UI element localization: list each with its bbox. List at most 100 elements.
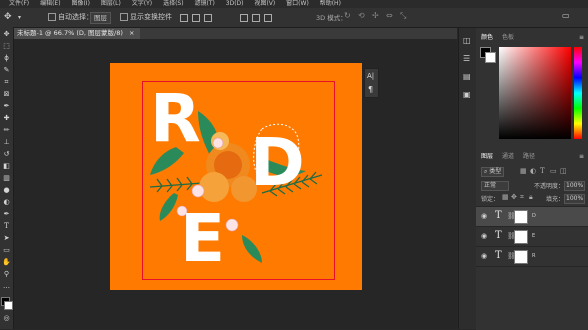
distribute-middle-icon[interactable] xyxy=(252,14,260,22)
move-tool-icon[interactable]: ✥ xyxy=(4,12,12,22)
fill-field[interactable]: 100% xyxy=(564,194,586,204)
hue-slider[interactable] xyxy=(574,47,582,139)
panel-menu-icon[interactable]: ≡ xyxy=(579,34,584,41)
background-color-swatch[interactable] xyxy=(4,301,13,310)
lock-all-icon[interactable]: 🔒︎ xyxy=(529,193,533,202)
document-tab[interactable]: 未标题-1 @ 66.7% (D, 图层蒙版/8) × xyxy=(13,28,141,39)
tab-color[interactable]: 颜色 xyxy=(481,34,493,42)
3d-slide-icon[interactable]: ⇔ xyxy=(386,11,393,20)
workspace-icon[interactable]: ▭ xyxy=(562,11,570,20)
menu-image[interactable]: 图像(I) xyxy=(71,0,89,7)
layer-name[interactable]: E xyxy=(532,233,535,239)
text-layer-icon: T xyxy=(495,230,502,241)
zoom-icon[interactable]: ⚲ xyxy=(2,270,11,279)
3d-roll-icon[interactable]: ⟲ xyxy=(358,11,365,20)
dodge-icon[interactable]: ◐ xyxy=(2,198,11,207)
menu-3d[interactable]: 3D(D) xyxy=(226,0,244,7)
lasso-icon[interactable]: ϕ xyxy=(2,54,11,63)
lock-artboard-icon[interactable]: ⌗ xyxy=(520,193,524,202)
filter-type-icon[interactable]: T xyxy=(540,167,545,175)
layer-mask-thumbnail[interactable] xyxy=(514,210,528,224)
menu-file[interactable]: 文件(F) xyxy=(9,0,29,7)
shape-icon[interactable]: ▭ xyxy=(2,246,11,255)
quick-select-icon[interactable]: ✎ xyxy=(2,66,11,75)
filter-shape-icon[interactable]: ▭ xyxy=(550,167,557,175)
layer-name[interactable]: D xyxy=(532,213,536,219)
3d-pan-icon[interactable]: ✢ xyxy=(372,11,379,20)
layer-filter-dropdown[interactable]: ⌕ 类型 xyxy=(481,167,505,177)
type-icon[interactable]: T xyxy=(2,222,11,231)
menu-window[interactable]: 窗口(W) xyxy=(286,0,309,7)
layer-row[interactable]: ◉ T ⛓︎ R xyxy=(476,246,588,266)
tab-swatches[interactable]: 色板 xyxy=(502,34,514,42)
align-center-icon[interactable] xyxy=(192,14,200,22)
libraries-panel-icon[interactable]: ▣ xyxy=(463,90,471,99)
tab-channels[interactable]: 通道 xyxy=(502,153,514,161)
distribute-top-icon[interactable] xyxy=(240,14,248,22)
layer-name[interactable]: R xyxy=(532,253,535,259)
eye-icon[interactable]: ◉ xyxy=(481,252,487,260)
eye-icon[interactable]: ◉ xyxy=(481,232,487,240)
paragraph-panel-icon[interactable]: ¶ xyxy=(368,85,373,94)
lock-position-icon[interactable]: ✥ xyxy=(511,193,517,201)
tab-layers[interactable]: 图层 xyxy=(481,153,493,161)
auto-select-checkbox[interactable]: 自动选择： xyxy=(48,12,93,22)
layer-mask-thumbnail[interactable] xyxy=(514,250,528,264)
show-transform-checkbox[interactable]: 显示变换控件 xyxy=(120,12,172,22)
eyedropper-icon[interactable]: ✒ xyxy=(2,102,11,111)
menu-help[interactable]: 帮助(H) xyxy=(320,0,341,7)
menu-layer[interactable]: 图层(L) xyxy=(101,0,121,7)
auto-select-label: 自动选择： xyxy=(58,13,93,21)
close-icon[interactable]: × xyxy=(129,29,134,37)
menu-filter[interactable]: 滤镜(T) xyxy=(195,0,215,7)
filter-pixel-icon[interactable]: ▦ xyxy=(520,167,527,175)
3d-mode-label: 3D 模式： xyxy=(316,14,347,22)
healing-brush-icon[interactable]: ✚ xyxy=(2,114,11,123)
align-left-icon[interactable] xyxy=(180,14,188,22)
background-swatch[interactable] xyxy=(485,52,496,63)
filter-adjustment-icon[interactable]: ◐ xyxy=(530,167,536,175)
layers-list-empty-area[interactable] xyxy=(476,266,588,330)
frame-icon[interactable]: ⊠ xyxy=(2,90,11,99)
align-right-icon[interactable] xyxy=(204,14,212,22)
properties-panel-icon[interactable]: ☰ xyxy=(463,54,470,63)
distribute-bottom-icon[interactable] xyxy=(264,14,272,22)
character-panel-icon[interactable]: A| xyxy=(367,72,374,80)
history-panel-icon[interactable]: ◫ xyxy=(463,36,471,45)
eraser-icon[interactable]: ◧ xyxy=(2,162,11,171)
opacity-field[interactable]: 100% xyxy=(564,181,586,191)
menu-select[interactable]: 选择(S) xyxy=(163,0,184,7)
layer-row[interactable]: ◉ T ⛓︎ D xyxy=(476,206,588,226)
pen-icon[interactable]: ✒ xyxy=(2,210,11,219)
color-field[interactable] xyxy=(499,47,571,139)
crop-icon[interactable]: ⌗ xyxy=(2,78,11,87)
hand-icon[interactable]: ✋ xyxy=(2,258,11,267)
3d-rotate-icon[interactable]: ↻ xyxy=(344,11,351,20)
history-brush-icon[interactable]: ↺ xyxy=(2,150,11,159)
3d-scale-icon[interactable]: ⤡ xyxy=(400,11,406,21)
quick-mask-icon[interactable]: ◎ xyxy=(2,314,11,323)
blur-icon[interactable]: ● xyxy=(2,186,11,195)
chevron-down-icon[interactable]: ▾ xyxy=(18,14,21,21)
brush-icon[interactable]: ✏ xyxy=(2,126,11,135)
panel-menu-icon[interactable]: ≡ xyxy=(579,153,584,160)
path-select-icon[interactable]: ➤ xyxy=(2,234,11,243)
more-tools-icon[interactable]: … xyxy=(2,282,11,291)
layer-mask-thumbnail[interactable] xyxy=(514,230,528,244)
gradient-icon[interactable]: ▥ xyxy=(2,174,11,183)
menu-type[interactable]: 文字(Y) xyxy=(132,0,152,7)
selection-marching-ants xyxy=(253,123,300,184)
eye-icon[interactable]: ◉ xyxy=(481,212,487,220)
clone-stamp-icon[interactable]: ⊥ xyxy=(2,138,11,147)
move-icon[interactable]: ✥ xyxy=(2,30,11,39)
marquee-icon[interactable]: ⬚ xyxy=(2,42,11,51)
menu-view[interactable]: 视图(V) xyxy=(254,0,275,7)
layer-row[interactable]: ◉ T ⛓︎ E xyxy=(476,226,588,246)
auto-select-target-dropdown[interactable]: 图层 xyxy=(90,12,111,24)
filter-smart-icon[interactable]: ◫ xyxy=(560,167,567,175)
menu-edit[interactable]: 编辑(E) xyxy=(40,0,60,7)
lock-pixels-icon[interactable]: ▦ xyxy=(502,193,509,201)
tab-paths[interactable]: 路径 xyxy=(523,153,535,161)
adjustments-panel-icon[interactable]: ▤ xyxy=(463,72,471,81)
blend-mode-dropdown[interactable]: 正常 xyxy=(481,181,510,191)
